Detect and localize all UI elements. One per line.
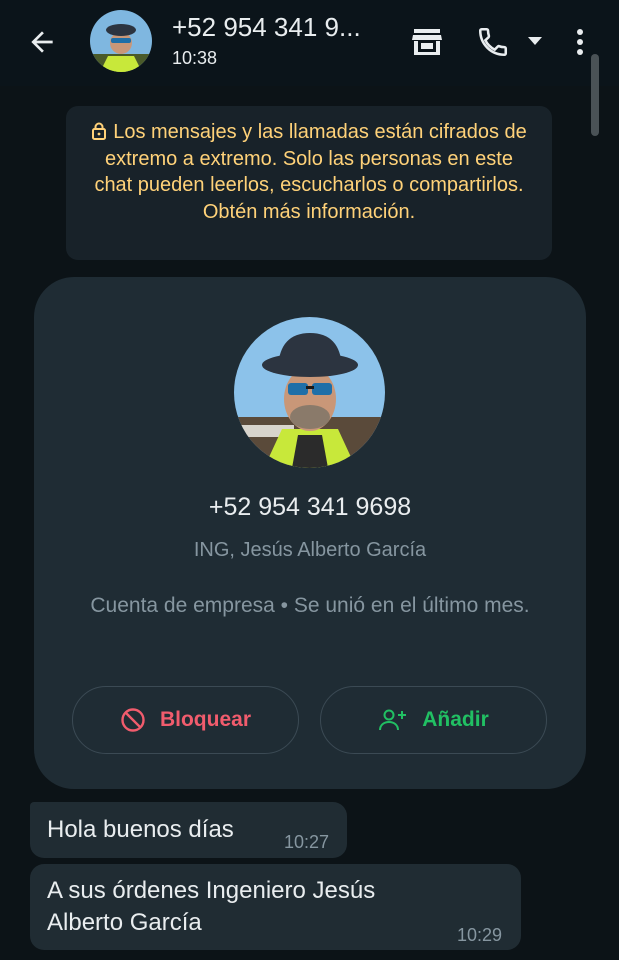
more-vertical-icon [577,29,583,55]
scrollbar[interactable] [591,54,599,136]
call-button[interactable] [470,20,516,64]
card-phone-number: +52 954 341 9698 [208,493,412,521]
caret-down-icon [528,37,542,45]
more-options-button[interactable] [566,20,594,64]
block-button-label: Bloquear [159,708,251,731]
chat-title[interactable]: +52 954 341 9... [172,12,361,43]
back-button[interactable] [22,22,62,62]
phone-icon [478,27,508,57]
chat-subtitle: 10:38 [172,48,218,68]
profile-photo [90,10,152,72]
avatar[interactable] [90,10,152,72]
card-avatar[interactable] [234,317,385,468]
add-contact-button[interactable]: Añadir [320,686,547,754]
block-icon [121,708,145,732]
add-person-icon [379,709,407,731]
message-time: 10:27 [284,832,330,852]
encryption-notice[interactable]: Los mensajes y las llamadas están cifrad… [66,106,552,260]
catalog-button[interactable] [406,22,448,62]
lock-icon [92,122,107,140]
chat-screen: +52 954 341 9... 10:38 Los mensajes y la… [0,0,619,960]
message-time: 10:29 [457,925,503,945]
add-button-label: Añadir [422,708,489,731]
message-text: A sus órdenes Ingeniero Jesús Alberto Ga… [47,877,376,936]
message-bubble[interactable]: A sus órdenes Ingeniero Jesús Alberto Ga… [30,864,521,950]
business-contact-card: +52 954 341 9698 ING, Jesús Alberto Garc… [34,277,586,789]
chat-header: +52 954 341 9... 10:38 [0,0,619,86]
profile-photo-large [234,317,385,468]
block-button[interactable]: Bloquear [72,686,299,754]
card-business-name: ING, Jesús Alberto García [193,539,427,561]
call-options-button[interactable] [522,28,548,54]
message-text: Hola buenos días [47,816,234,843]
message-bubble[interactable]: Hola buenos días 10:27 [30,802,347,858]
card-description: Cuenta de empresa • Se unió en el último… [90,594,530,617]
storefront-icon [412,29,442,55]
encryption-notice-text: Los mensajes y las llamadas están cifrad… [94,121,527,223]
arrow-left-icon [31,31,53,53]
